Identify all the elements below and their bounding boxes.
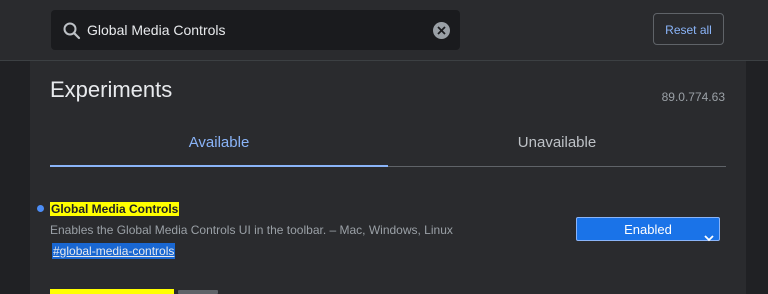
search-input[interactable] xyxy=(87,10,427,50)
active-tab-indicator xyxy=(50,165,388,167)
chevron-down-icon xyxy=(704,226,714,250)
flag-description: Enables the Global Media Controls UI in … xyxy=(50,223,453,237)
tab-available[interactable]: Available xyxy=(50,131,388,165)
next-flag-badge-partial xyxy=(178,290,218,294)
header-bar: Reset all xyxy=(0,0,768,61)
tab-divider xyxy=(388,166,726,167)
version-label: 89.0.774.63 xyxy=(661,90,725,104)
flags-page: Reset all Experiments 89.0.774.63 Availa… xyxy=(0,0,768,294)
flag-permalink[interactable]: #global-media-controls xyxy=(52,243,176,259)
flag-state-select[interactable]: Enabled xyxy=(576,217,720,242)
search-icon xyxy=(62,21,82,41)
selected-option-label: Enabled xyxy=(624,222,672,237)
flag-title: Global Media Controls xyxy=(50,202,180,216)
clear-icon[interactable] xyxy=(433,22,450,39)
next-flag-title-partial xyxy=(50,289,174,294)
tab-unavailable[interactable]: Unavailable xyxy=(388,131,726,165)
search-box[interactable] xyxy=(51,10,460,50)
reset-all-button[interactable]: Reset all xyxy=(653,13,724,45)
page-title: Experiments xyxy=(50,77,173,102)
experiments-panel: Experiments 89.0.774.63 Available Unavai… xyxy=(30,61,746,294)
modified-indicator-dot xyxy=(37,205,44,212)
